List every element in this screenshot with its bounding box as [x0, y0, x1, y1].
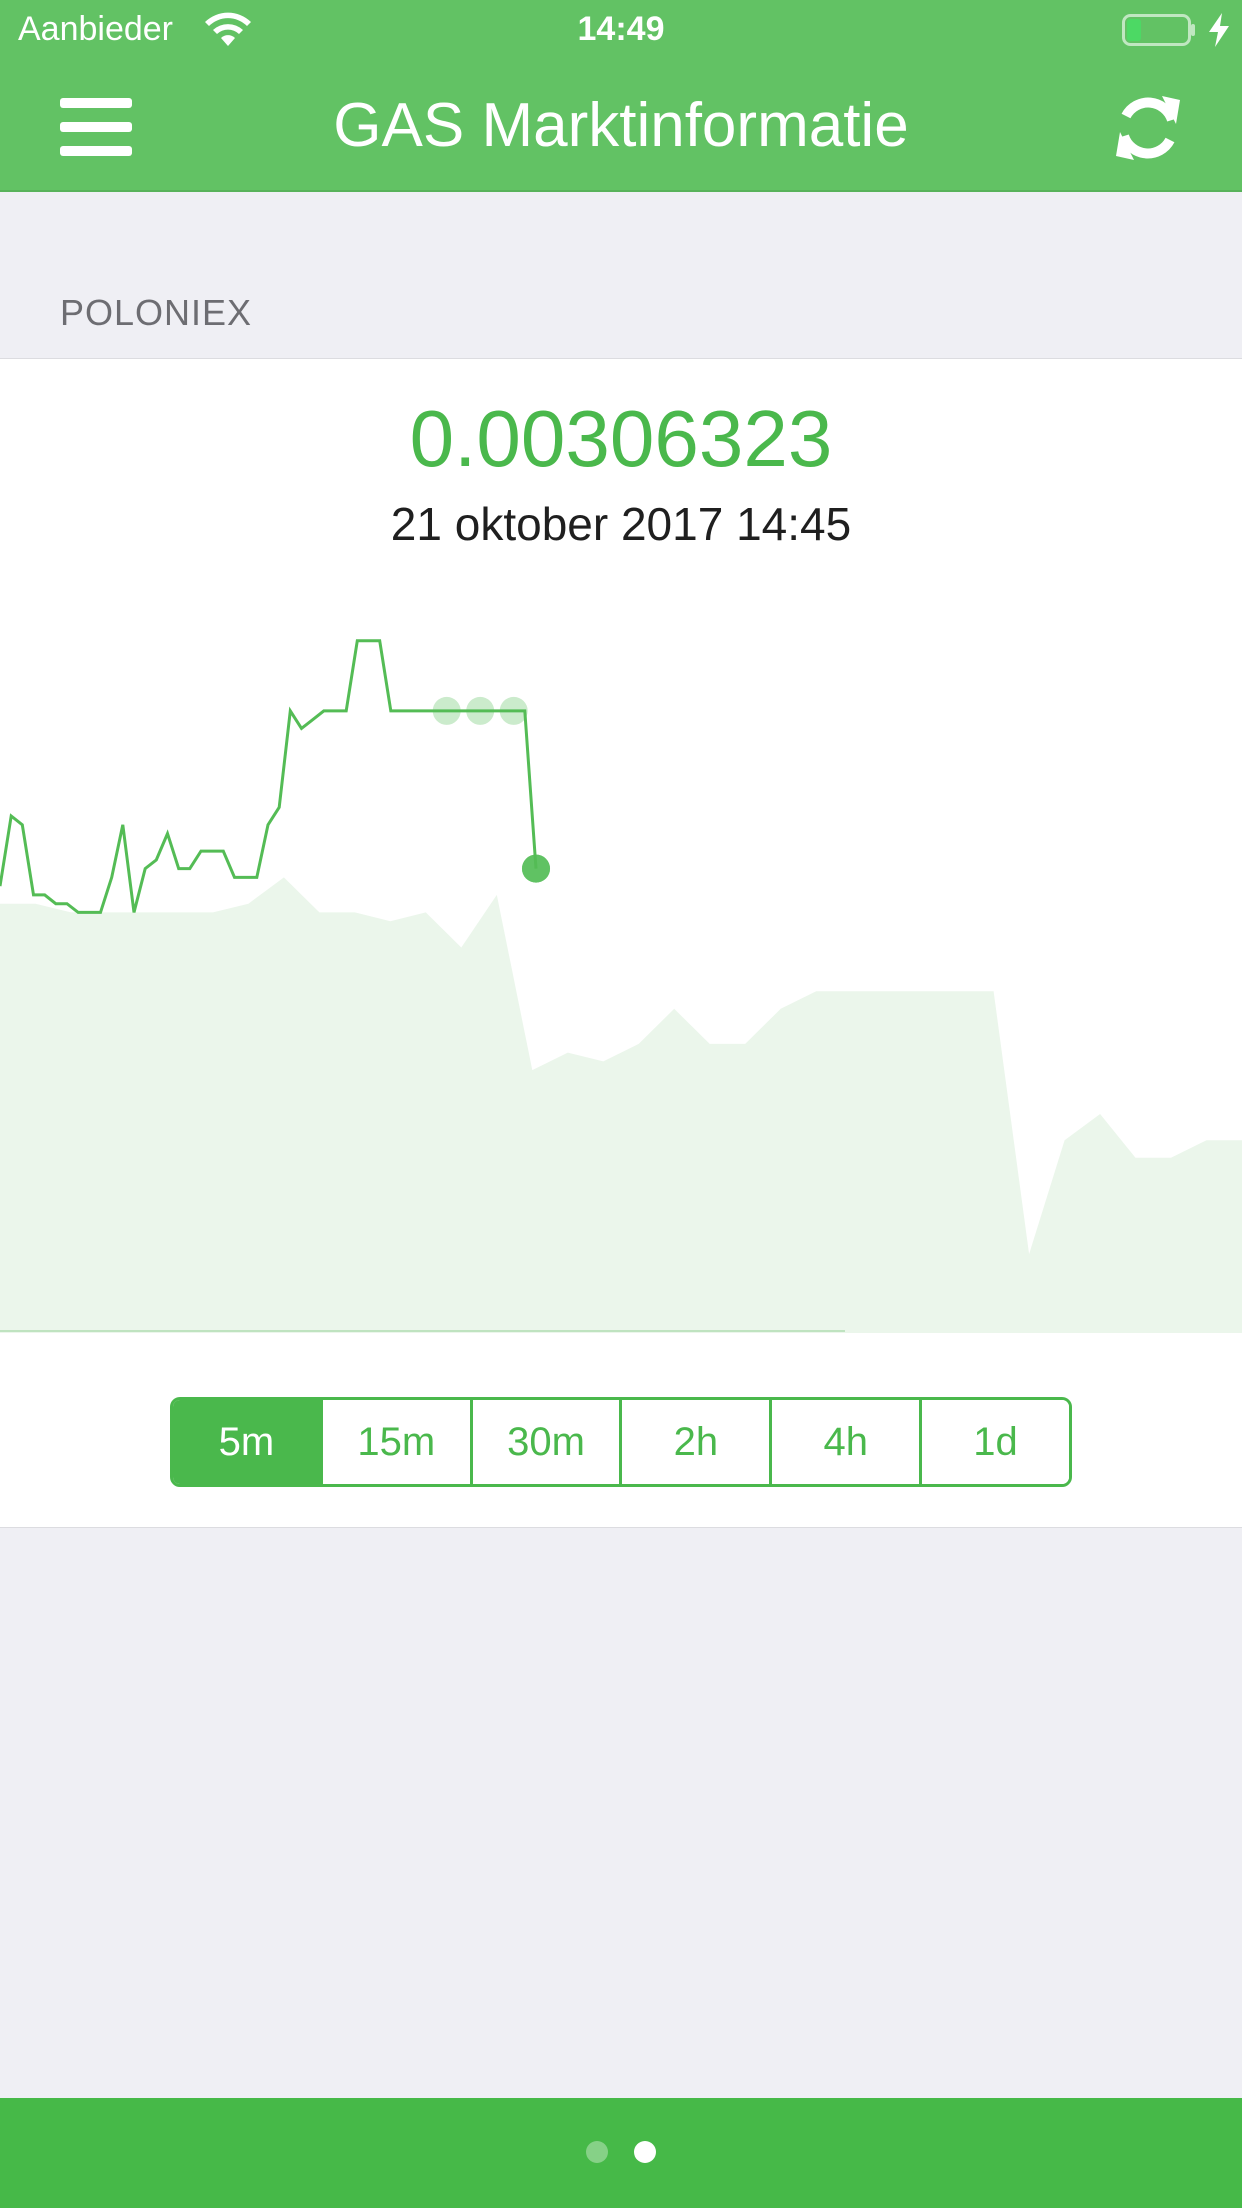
refresh-icon[interactable]	[1110, 90, 1186, 166]
chart-point-group	[432, 696, 550, 883]
navigation-bar: GAS Marktinformatie	[0, 62, 1242, 192]
interval-selector: 5m 15m 30m 2h 4h 1d	[170, 1397, 1072, 1487]
interval-15m-button[interactable]: 15m	[319, 1400, 470, 1484]
interval-5m-button[interactable]: 5m	[173, 1400, 320, 1484]
page-dot-1[interactable]	[586, 2141, 608, 2163]
page-title: GAS Marktinformatie	[333, 91, 909, 160]
market-card: 0.00306323 21 oktober 2017 14:45 5m 15m …	[0, 358, 1242, 1528]
page-dot-2[interactable]	[634, 2141, 656, 2163]
page-dots	[586, 2141, 666, 2165]
chart-background-area	[0, 877, 1242, 1333]
charging-bolt-icon	[1209, 13, 1229, 47]
interval-2h-button[interactable]: 2h	[619, 1400, 770, 1484]
interval-30m-button[interactable]: 30m	[469, 1400, 620, 1484]
interval-1d-button[interactable]: 1d	[919, 1400, 1069, 1484]
price-chart[interactable]	[0, 597, 1242, 1333]
page-indicator-bar	[0, 2098, 1242, 2208]
battery-icon	[1122, 14, 1195, 46]
price-timestamp: 21 oktober 2017 14:45	[390, 498, 852, 550]
status-bar: Aanbieder 14:49	[0, 0, 1242, 62]
status-clock: 14:49	[577, 10, 665, 48]
exchange-section-header: POLONIEX	[60, 292, 253, 333]
interval-4h-button[interactable]: 4h	[769, 1400, 920, 1484]
current-price: 0.00306323	[409, 394, 833, 483]
chart-price-line	[0, 639, 538, 914]
